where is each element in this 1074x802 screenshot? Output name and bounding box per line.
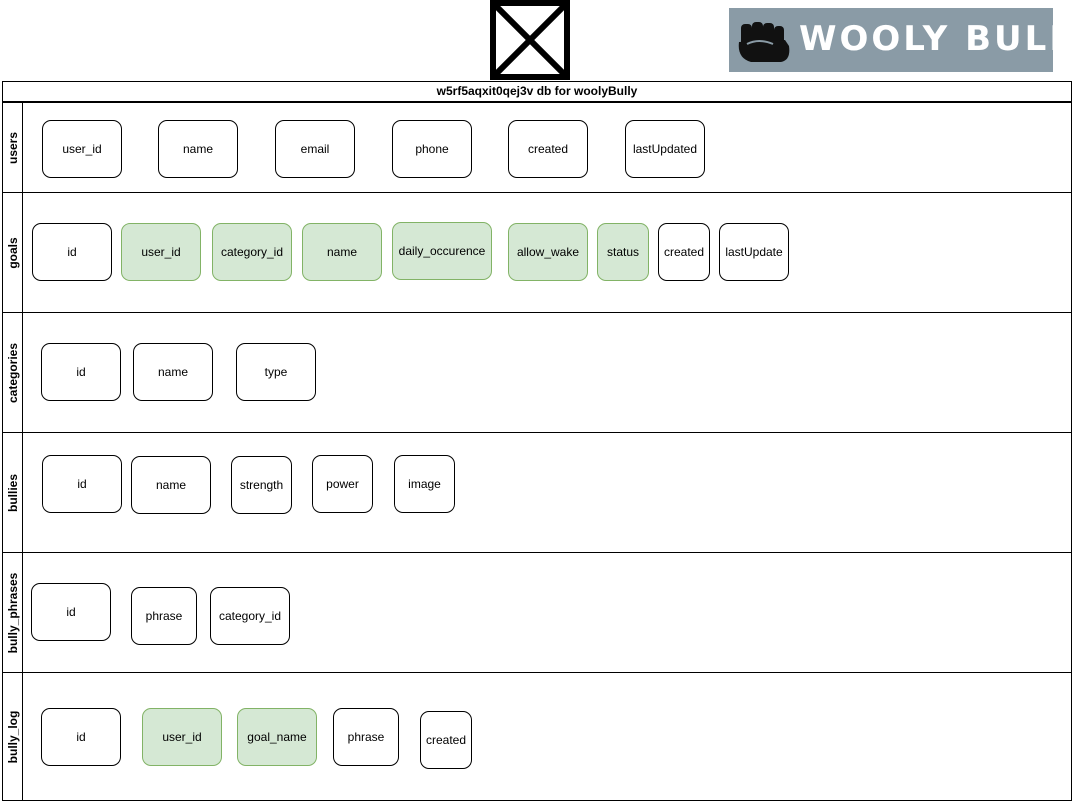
field-type: type — [236, 343, 316, 401]
field-status: status — [597, 223, 649, 281]
lane-categories: categories id name type — [3, 312, 1071, 432]
field-category-id: category_id — [210, 587, 290, 645]
table-name-bully-phrases: bully_phrases — [5, 572, 20, 653]
field-phrase: phrase — [131, 587, 197, 645]
field-user-id: user_id — [42, 120, 122, 178]
field-strength: strength — [231, 456, 292, 514]
field-phone: phone — [392, 120, 472, 178]
field-id: id — [41, 343, 121, 401]
field-name: name — [302, 223, 382, 281]
logo-text: WOOLY BULLY — [799, 19, 1053, 59]
table-name-categories: categories — [5, 342, 20, 403]
field-goal-name: goal_name — [237, 708, 317, 766]
field-name: name — [131, 456, 211, 514]
lane-header-categories: categories — [3, 313, 23, 432]
lane-users: users user_id name email phone created l… — [3, 102, 1071, 192]
field-last-updated: lastUpdated — [625, 120, 705, 178]
field-id: id — [42, 455, 122, 513]
lane-bully-log: bully_log id user_id goal_name phrase cr… — [3, 672, 1071, 801]
lane-goals: goals id user_id category_id name daily_… — [3, 192, 1071, 312]
db-diagram-pool: w5rf5aqxit0qej3v db for woolyBully users… — [2, 81, 1072, 801]
field-id: id — [31, 583, 111, 641]
lane-bully-phrases: bully_phrases id phrase category_id — [3, 552, 1071, 672]
lane-header-bully-phrases: bully_phrases — [3, 553, 23, 672]
fist-icon — [738, 22, 790, 62]
field-user-id: user_id — [121, 223, 201, 281]
lane-header-bully-log: bully_log — [3, 673, 23, 801]
lane-header-bullies: bullies — [3, 433, 23, 552]
lane-header-users: users — [3, 103, 23, 192]
field-id: id — [41, 708, 121, 766]
table-name-users: users — [5, 131, 20, 164]
lane-header-goals: goals — [3, 193, 23, 312]
field-last-update: lastUpdate — [719, 223, 789, 281]
field-name: name — [158, 120, 238, 178]
field-created: created — [420, 711, 472, 769]
field-phrase: phrase — [333, 708, 399, 766]
field-daily-occurence: daily_occurence — [392, 222, 492, 280]
field-power: power — [312, 455, 373, 513]
table-name-bullies: bullies — [5, 473, 20, 512]
wooly-bully-logo: WOOLY BULLY — [729, 8, 1053, 72]
field-id: id — [32, 223, 112, 281]
table-name-goals: goals — [5, 236, 20, 269]
broken-image-x-icon — [490, 0, 570, 80]
field-created: created — [658, 223, 710, 281]
field-name: name — [133, 343, 213, 401]
diagram-title: w5rf5aqxit0qej3v db for woolyBully — [3, 82, 1071, 102]
field-created: created — [508, 120, 588, 178]
field-category-id: category_id — [212, 223, 292, 281]
field-image: image — [394, 455, 455, 513]
field-allow-wake: allow_wake — [508, 223, 588, 281]
lane-bullies: bullies id name strength power image — [3, 432, 1071, 552]
field-email: email — [275, 120, 355, 178]
table-name-bully-log: bully_log — [5, 710, 20, 764]
field-user-id: user_id — [142, 708, 222, 766]
